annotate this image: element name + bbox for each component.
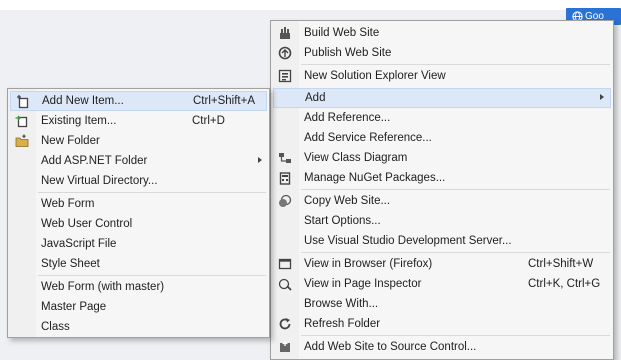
submenu-item-new-folder[interactable]: New Folder — [10, 131, 267, 151]
background-window — [0, 0, 621, 10]
menu-separator — [301, 335, 610, 336]
menu-item-label: Start Options... — [304, 215, 381, 227]
menu-item-shortcut: Ctrl+K, Ctrl+G — [528, 278, 601, 290]
menu-item-browse-with[interactable]: Browse With... — [273, 294, 611, 314]
submenu-item-add-aspnet-folder[interactable]: Add ASP.NET Folder — [10, 151, 267, 171]
menu-item-label: New Folder — [41, 135, 100, 147]
menu-item-build-web-site[interactable]: Build Web Site — [273, 23, 611, 43]
menu-item-label: Build Web Site — [304, 27, 380, 39]
refresh-icon — [277, 316, 293, 332]
menu-item-label: Copy Web Site... — [304, 195, 391, 207]
page-inspector-icon — [277, 276, 293, 292]
menu-separator — [301, 189, 610, 190]
menu-item-new-solution-explorer-view[interactable]: New Solution Explorer View — [273, 66, 611, 86]
new-folder-icon — [14, 133, 30, 149]
menu-item-label: Class — [41, 321, 70, 333]
submenu-item-web-form[interactable]: Web Form — [10, 194, 267, 214]
menu-item-label: Add New Item... — [42, 95, 124, 107]
menu-item-label: Web Form (with master) — [41, 281, 165, 293]
publish-icon — [277, 45, 293, 61]
submenu-arrow-icon — [600, 94, 604, 100]
menu-item-shortcut: Ctrl+Shift+W — [528, 258, 594, 270]
nuget-icon — [277, 170, 293, 186]
menu-item-shortcut: Ctrl+D — [192, 115, 225, 127]
menu-separator — [38, 275, 266, 276]
menu-item-use-vs-dev-server[interactable]: Use Visual Studio Development Server... — [273, 231, 611, 251]
menu-item-add-to-source-control[interactable]: Add Web Site to Source Control... — [273, 337, 611, 357]
add-submenu: Add New Item... Ctrl+Shift+A Existing It… — [7, 88, 270, 338]
menu-item-label: View in Browser (Firefox) — [304, 258, 433, 270]
submenu-item-web-user-control[interactable]: Web User Control — [10, 214, 267, 234]
menu-item-view-in-browser[interactable]: View in Browser (Firefox) Ctrl+Shift+W — [273, 254, 611, 274]
menu-item-shortcut: Ctrl+Shift+A — [193, 95, 255, 107]
menu-item-label: Master Page — [41, 301, 107, 313]
menu-item-label: Add ASP.NET Folder — [41, 155, 148, 167]
menu-item-add[interactable]: Add — [273, 88, 611, 108]
submenu-item-add-new-item[interactable]: Add New Item... Ctrl+Shift+A — [10, 91, 267, 111]
submenu-item-style-sheet[interactable]: Style Sheet — [10, 254, 267, 274]
menu-item-label: Browse With... — [304, 298, 379, 310]
new-item-icon — [15, 94, 31, 110]
copy-web-icon — [277, 193, 293, 209]
solution-explorer-icon — [277, 68, 293, 84]
menu-item-label: Manage NuGet Packages... — [304, 172, 446, 184]
menu-item-label: Add Reference... — [304, 112, 391, 124]
menu-item-label: New Virtual Directory... — [41, 175, 158, 187]
submenu-item-new-virtual-directory[interactable]: New Virtual Directory... — [10, 171, 267, 191]
menu-item-label: Web Form — [41, 198, 95, 210]
browser-icon — [277, 256, 293, 272]
menu-item-add-reference[interactable]: Add Reference... — [273, 108, 611, 128]
source-control-icon — [277, 339, 293, 355]
menu-item-label: JavaScript File — [41, 238, 117, 250]
submenu-item-existing-item[interactable]: Existing Item... Ctrl+D — [10, 111, 267, 131]
menu-item-label: View Class Diagram — [304, 152, 408, 164]
menu-item-label: New Solution Explorer View — [304, 70, 446, 82]
menu-item-label: Publish Web Site — [304, 47, 392, 59]
menu-item-view-class-diagram[interactable]: View Class Diagram — [273, 148, 611, 168]
build-icon — [277, 25, 293, 41]
submenu-item-javascript-file[interactable]: JavaScript File — [10, 234, 267, 254]
menu-separator — [38, 192, 266, 193]
menu-item-label: Add — [305, 92, 326, 104]
menu-item-label: Existing Item... — [41, 115, 117, 127]
menu-item-label: Style Sheet — [41, 258, 100, 270]
submenu-item-class[interactable]: Class — [10, 317, 267, 337]
menu-item-label: Add Service Reference... — [304, 132, 432, 144]
menu-item-manage-nuget-packages[interactable]: Manage NuGet Packages... — [273, 168, 611, 188]
menu-item-label: View in Page Inspector — [304, 278, 422, 290]
class-diagram-icon — [277, 150, 293, 166]
menu-item-refresh-folder[interactable]: Refresh Folder — [273, 314, 611, 334]
menu-item-copy-web-site[interactable]: Copy Web Site... — [273, 191, 611, 211]
submenu-item-master-page[interactable]: Master Page — [10, 297, 267, 317]
menu-item-view-in-page-inspector[interactable]: View in Page Inspector Ctrl+K, Ctrl+G — [273, 274, 611, 294]
menu-item-add-service-reference[interactable]: Add Service Reference... — [273, 128, 611, 148]
menu-item-label: Use Visual Studio Development Server... — [304, 235, 512, 247]
menu-item-label: Add Web Site to Source Control... — [304, 341, 477, 353]
existing-item-icon — [14, 113, 30, 129]
menu-separator — [301, 64, 610, 65]
menu-item-publish-web-site[interactable]: Publish Web Site — [273, 43, 611, 63]
menu-item-start-options[interactable]: Start Options... — [273, 211, 611, 231]
submenu-item-web-form-with-master[interactable]: Web Form (with master) — [10, 277, 267, 297]
menu-item-label: Web User Control — [41, 218, 133, 230]
submenu-arrow-icon — [258, 157, 262, 163]
menu-separator — [301, 252, 610, 253]
context-menu: Build Web Site Publish Web Site New Solu… — [270, 20, 614, 360]
menu-item-label: Refresh Folder — [304, 318, 381, 330]
